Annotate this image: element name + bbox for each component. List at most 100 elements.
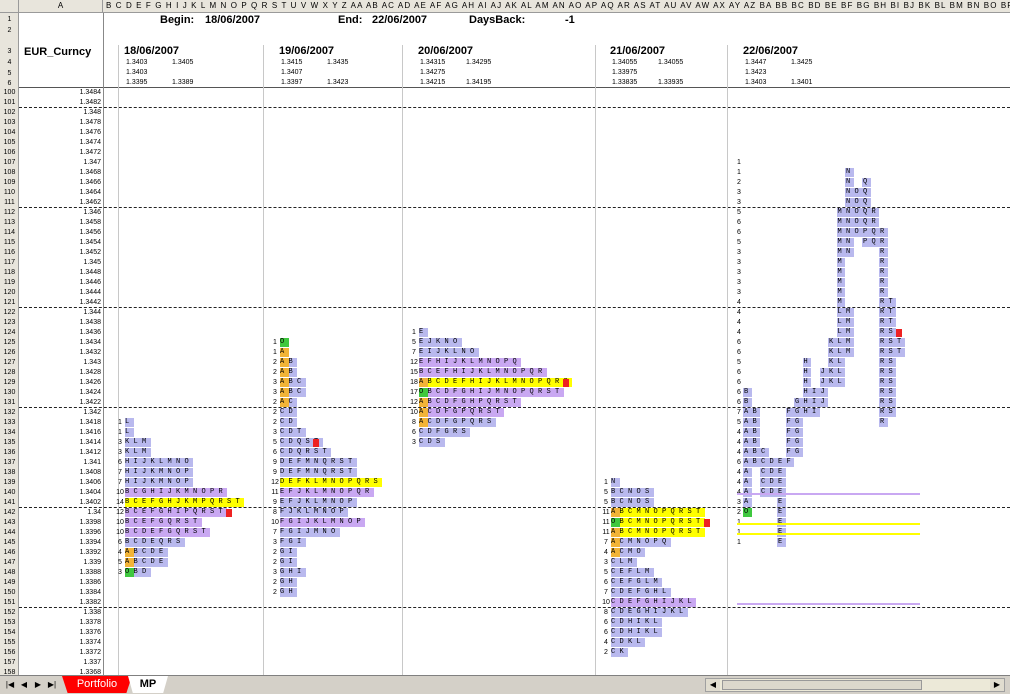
tpo-letter[interactable]: G	[794, 398, 803, 407]
tpo-count[interactable]: 2	[271, 368, 279, 377]
tpo-letter[interactable]: H	[802, 398, 811, 407]
next-sheet-button[interactable]: ▶	[32, 678, 44, 691]
tab-portfolio[interactable]: Portfolio	[62, 676, 132, 693]
row-number[interactable]: 138	[0, 468, 18, 478]
scroll-left-icon[interactable]: ◀	[706, 679, 720, 691]
price-cell[interactable]: 1.3408	[19, 468, 101, 478]
tpo-row[interactable]: CDS	[418, 438, 445, 447]
tpo-count[interactable]: 12	[410, 358, 418, 367]
tpo-count[interactable]: 3	[271, 378, 279, 387]
price-cell[interactable]: 1.337	[19, 658, 101, 668]
tpo-row[interactable]: DEFMNQRST	[279, 468, 357, 477]
row-number[interactable]: 136	[0, 448, 18, 458]
tpo-letter[interactable]: N	[845, 248, 854, 257]
tpo-letter[interactable]: R	[879, 368, 888, 377]
tpo-row[interactable]: OBD	[124, 568, 151, 577]
price-cell[interactable]: 1.342	[19, 408, 101, 418]
row-number[interactable]: 131	[0, 398, 18, 408]
tpo-letter[interactable]: T	[896, 348, 905, 357]
row-number[interactable]: 143	[0, 518, 18, 528]
tpo-count[interactable]: 10	[116, 488, 124, 497]
tpo-letter[interactable]: A	[743, 418, 752, 427]
tpo-row[interactable]: GI	[279, 558, 297, 567]
tpo-letter[interactable]: I	[811, 408, 820, 417]
tpo-letter[interactable]: G	[794, 418, 803, 427]
tpo-count[interactable]: 4	[602, 548, 610, 557]
tpo-count[interactable]: 3	[735, 188, 743, 197]
tpo-row[interactable]: ACDFGPQRST	[418, 408, 504, 417]
tpo-row[interactable]: GHI	[279, 568, 306, 577]
tpo-count[interactable]: 4	[735, 448, 743, 457]
tpo-count[interactable]: 3	[271, 428, 279, 437]
tpo-count[interactable]: 3	[735, 288, 743, 297]
prev-sheet-button[interactable]: ◀	[18, 678, 30, 691]
tpo-row[interactable]: BCNOS	[610, 498, 654, 507]
row-number[interactable]: 2	[0, 26, 18, 36]
tpo-count[interactable]: 4	[735, 438, 743, 447]
row-number[interactable]: 101	[0, 98, 18, 108]
tpo-count[interactable]: 11	[271, 488, 279, 497]
row-number[interactable]: 156	[0, 648, 18, 658]
tpo-count[interactable]: 7	[410, 348, 418, 357]
tpo-row[interactable]: CDEFGHIJKL	[610, 598, 696, 607]
tpo-letter[interactable]: M	[836, 218, 845, 227]
tpo-count[interactable]: 1	[735, 538, 743, 547]
row-number[interactable]: 121	[0, 298, 18, 308]
tpo-letter[interactable]: E	[777, 508, 786, 517]
row-number[interactable]: 142	[0, 508, 18, 518]
tpo-letter[interactable]: F	[785, 438, 794, 447]
price-cell[interactable]: 1.3426	[19, 378, 101, 388]
price-cell[interactable]: 1.345	[19, 258, 101, 268]
tpo-letter[interactable]: S	[887, 328, 896, 337]
price-cell[interactable]: 1.3386	[19, 578, 101, 588]
tpo-letter[interactable]: Q	[870, 238, 879, 247]
tpo-letter[interactable]: C	[760, 468, 769, 477]
tpo-count[interactable]: 11	[602, 528, 610, 537]
tpo-letter[interactable]: B	[751, 448, 760, 457]
tpo-letter[interactable]: R	[879, 298, 888, 307]
tpo-letter[interactable]: O	[853, 198, 862, 207]
tpo-count[interactable]: 4	[735, 308, 743, 317]
tpo-letter[interactable]: B	[743, 398, 752, 407]
tpo-letter[interactable]: A	[743, 438, 752, 447]
tpo-row[interactable]: GI	[279, 548, 297, 557]
tpo-row[interactable]: CEFGLM	[610, 578, 662, 587]
tpo-row[interactable]: L	[124, 418, 134, 427]
tpo-letter[interactable]: B	[751, 428, 760, 437]
tpo-count[interactable]: 6	[735, 228, 743, 237]
tpo-row[interactable]: CDQRST	[279, 448, 331, 457]
tpo-letter[interactable]: C	[760, 448, 769, 457]
price-cell[interactable]: 1.3464	[19, 188, 101, 198]
tpo-count[interactable]: 3	[271, 538, 279, 547]
price-cell[interactable]: 1.3436	[19, 328, 101, 338]
tpo-count[interactable]: 6	[271, 448, 279, 457]
tpo-letter[interactable]: J	[819, 378, 828, 387]
tpo-count[interactable]: 12	[116, 508, 124, 517]
row-number[interactable]: 127	[0, 358, 18, 368]
price-cell[interactable]: 1.3482	[19, 98, 101, 108]
tpo-row[interactable]: O	[279, 338, 289, 347]
tab-mp[interactable]: MP	[128, 676, 168, 693]
price-cell[interactable]: 1.347	[19, 158, 101, 168]
row-number[interactable]: 153	[0, 618, 18, 628]
tpo-row[interactable]: DEFMNQRST	[279, 458, 357, 467]
tpo-count[interactable]: 5	[410, 338, 418, 347]
tpo-row[interactable]: ABCMNOPQRST	[610, 528, 705, 537]
tpo-count[interactable]: 2	[271, 398, 279, 407]
row-number[interactable]: 125	[0, 338, 18, 348]
tpo-count[interactable]: 1	[116, 418, 124, 427]
price-cell[interactable]: 1.3462	[19, 198, 101, 208]
tpo-count[interactable]: 6	[735, 458, 743, 467]
tpo-row[interactable]: CD	[279, 408, 297, 417]
tpo-letter[interactable]: B	[751, 418, 760, 427]
tpo-count[interactable]: 1	[735, 158, 743, 167]
row-number[interactable]: 146	[0, 548, 18, 558]
row-number[interactable]: 137	[0, 458, 18, 468]
tpo-count[interactable]: 5	[735, 208, 743, 217]
tpo-row[interactable]: CDFGRS	[418, 428, 470, 437]
tpo-letter[interactable]: R	[879, 258, 888, 267]
tpo-count[interactable]: 4	[735, 428, 743, 437]
row-number[interactable]: 144	[0, 528, 18, 538]
price-cell[interactable]: 1.3372	[19, 648, 101, 658]
tpo-count[interactable]: 2	[271, 548, 279, 557]
